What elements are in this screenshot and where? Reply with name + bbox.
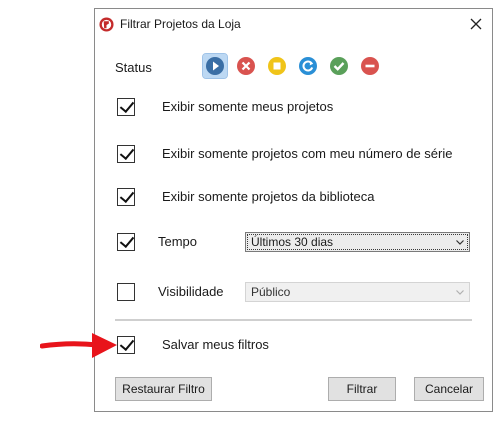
status-running-button[interactable]: [202, 53, 228, 79]
visibility-checkbox[interactable]: [117, 283, 135, 301]
filter-row-library: Exibir somente projetos da biblioteca: [95, 187, 492, 209]
close-button[interactable]: [468, 16, 484, 32]
check-mark: [119, 187, 135, 204]
status-filter-icons: [202, 53, 389, 79]
check-icon: [330, 57, 348, 75]
library-label: Exibir somente projetos da biblioteca: [162, 189, 375, 204]
close-icon: [470, 18, 482, 30]
refresh-icon: [299, 57, 317, 75]
filter-row-my-projects: Exibir somente meus projetos: [95, 97, 492, 119]
separator: [115, 319, 472, 321]
status-blocked-button[interactable]: [358, 54, 382, 78]
filter-dialog: Filtrar Projetos da Loja Status Exibir s…: [94, 8, 493, 412]
status-refresh-button[interactable]: [296, 54, 320, 78]
filter-button[interactable]: Filtrar: [328, 377, 396, 401]
filter-row-save: Salvar meus filtros: [95, 335, 492, 357]
visibility-label: Visibilidade: [158, 284, 224, 299]
status-completed-button[interactable]: [327, 54, 351, 78]
chevron-down-icon: [456, 290, 464, 295]
cancel-icon: [237, 57, 255, 75]
save-filters-label: Salvar meus filtros: [162, 337, 269, 352]
my-projects-label: Exibir somente meus projetos: [162, 99, 334, 114]
filter-row-time: Tempo Últimos 30 dias: [95, 232, 492, 254]
visibility-select[interactable]: Público: [245, 282, 470, 302]
filter-row-my-serial: Exibir somente projetos com meu número d…: [95, 144, 492, 166]
reset-filter-button[interactable]: Restaurar Filtro: [115, 377, 212, 401]
check-mark: [119, 232, 135, 249]
title-bar: Filtrar Projetos da Loja: [95, 9, 492, 39]
my-serial-checkbox[interactable]: [117, 144, 135, 163]
status-canceled-button[interactable]: [234, 54, 258, 78]
check-mark: [119, 335, 135, 352]
check-mark: [119, 144, 135, 161]
time-select[interactable]: Últimos 30 dias: [245, 232, 470, 252]
filter-row-visibility: Visibilidade Público: [95, 282, 492, 304]
time-select-value: Últimos 30 dias: [251, 235, 334, 249]
library-checkbox[interactable]: [117, 187, 135, 206]
visibility-select-value: Público: [251, 285, 291, 299]
block-icon: [361, 57, 379, 75]
annotation-arrow-icon: [40, 333, 117, 358]
screen: Filtrar Projetos da Loja Status Exibir s…: [0, 0, 503, 425]
cancel-button[interactable]: Cancelar: [414, 377, 484, 401]
play-icon: [206, 57, 224, 75]
my-projects-checkbox[interactable]: [117, 97, 135, 116]
my-serial-label: Exibir somente projetos com meu número d…: [162, 146, 453, 161]
time-label: Tempo: [158, 234, 198, 249]
check-mark: [119, 97, 135, 114]
status-stopped-button[interactable]: [265, 54, 289, 78]
stop-icon: [268, 57, 286, 75]
status-label: Status: [115, 60, 152, 75]
chevron-down-icon: [456, 240, 464, 245]
dialog-title: Filtrar Projetos da Loja: [120, 17, 241, 31]
app-logo-icon: [99, 17, 114, 32]
time-checkbox[interactable]: [117, 232, 135, 251]
